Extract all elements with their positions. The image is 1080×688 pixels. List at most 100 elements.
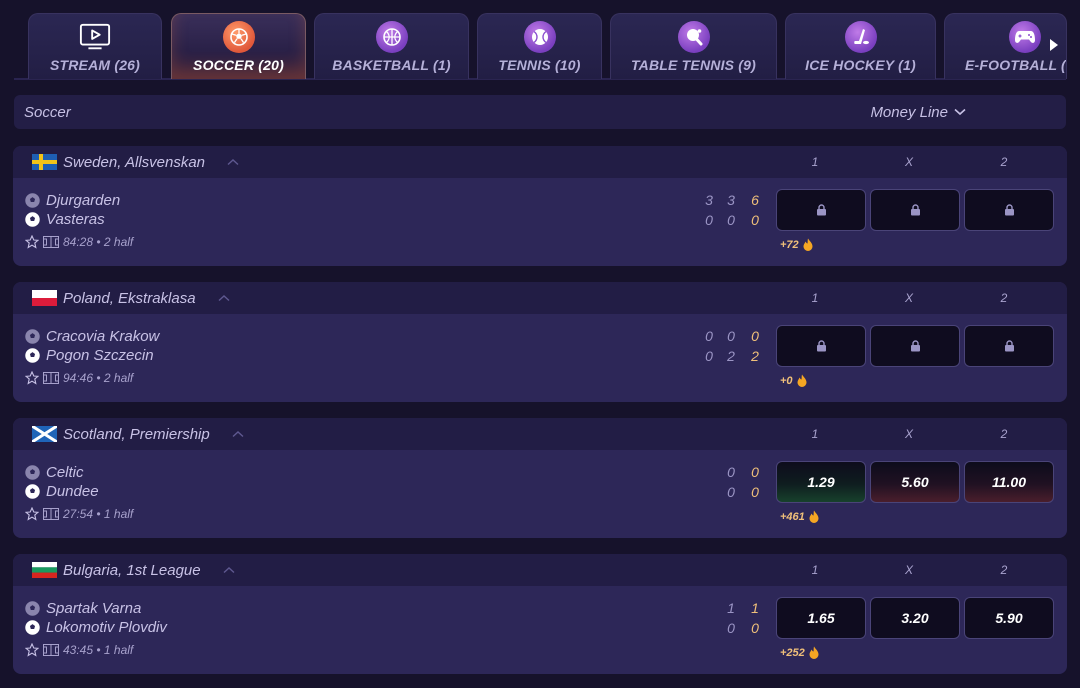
star-icon[interactable] <box>25 507 39 521</box>
tab-label: ICE HOCKEY (1) <box>805 57 916 73</box>
match-time: 43:45 • 1 half <box>63 643 134 657</box>
home-team: Celtic <box>24 464 84 481</box>
bets-count[interactable]: +252 <box>780 646 819 659</box>
away-score-total: 2 <box>751 348 759 364</box>
bets-count[interactable]: +72 <box>780 238 813 251</box>
section-header: Soccer Money Line <box>14 95 1066 129</box>
away-team: Vasteras <box>24 211 105 228</box>
bets-value: +252 <box>780 646 805 659</box>
odds-header-x: X <box>904 155 913 169</box>
star-icon[interactable] <box>25 371 39 385</box>
match-row[interactable]: Cracovia Krakow Pogon Szczecin 0 0 0 0 2… <box>13 314 1067 402</box>
match-time: 84:28 • 2 half <box>63 235 134 249</box>
soccer-ball-icon <box>25 348 40 363</box>
odds-header-x: X <box>904 291 913 305</box>
collapse-button[interactable] <box>223 566 235 574</box>
odds-header-1: 1 <box>811 155 819 169</box>
away-score-total: 0 <box>751 484 759 500</box>
odd-button-x[interactable] <box>870 189 960 231</box>
match-meta: 84:28 • 2 half <box>25 235 133 249</box>
bets-count[interactable]: +461 <box>780 510 819 523</box>
soccer-ball-icon <box>25 601 40 616</box>
collapse-button[interactable] <box>232 430 244 438</box>
bets-value: +72 <box>780 238 799 251</box>
tab-label: TABLE TENNIS (9) <box>630 57 757 73</box>
away-score-1h: 0 <box>727 484 735 500</box>
home-score-1h: 0 <box>705 328 713 344</box>
field-icon <box>43 644 59 656</box>
league-name: Sweden, Allsvenskan <box>63 153 206 171</box>
home-score-total: 1 <box>751 600 759 616</box>
away-score-1h: 0 <box>705 348 713 364</box>
star-icon[interactable] <box>25 235 39 249</box>
star-icon[interactable] <box>25 643 39 657</box>
bets-value: +461 <box>780 510 805 523</box>
field-icon <box>43 372 59 384</box>
tab-table-tennis[interactable]: TABLE TENNIS (9) <box>610 13 777 79</box>
soccer-ball-icon <box>25 212 40 227</box>
home-score-1h: 3 <box>705 192 713 208</box>
soccer-ball-icon <box>25 329 40 344</box>
tab-tennis[interactable]: TENNIS (10) <box>477 13 602 79</box>
collapse-button[interactable] <box>227 158 239 166</box>
team-name: Vasteras <box>46 211 105 228</box>
field-icon <box>43 236 59 248</box>
odd-button-2[interactable] <box>964 189 1054 231</box>
odd-button-x[interactable] <box>870 325 960 367</box>
fire-icon <box>797 374 807 387</box>
stream-icon <box>79 21 111 53</box>
league-header[interactable]: Sweden, Allsvenskan 1 X 2 <box>13 146 1067 178</box>
odds-header-2: 2 <box>1000 563 1008 577</box>
match-row[interactable]: Spartak Varna Lokomotiv Plovdiv 1 1 0 0 … <box>13 586 1067 674</box>
odd-button-2[interactable]: 11.00 <box>964 461 1054 503</box>
odd-button-2[interactable]: 5.90 <box>964 597 1054 639</box>
odds-header-x: X <box>904 427 913 441</box>
home-score-total: 0 <box>751 464 759 480</box>
bets-count[interactable]: +0 <box>780 374 807 387</box>
odd-button-1[interactable] <box>776 325 866 367</box>
league-header[interactable]: Poland, Ekstraklasa 1 X 2 <box>13 282 1067 314</box>
market-label: Money Line <box>870 103 948 121</box>
lock-icon <box>1004 204 1014 216</box>
match-meta: 43:45 • 1 half <box>25 643 133 657</box>
tab-stream[interactable]: STREAM (26) <box>28 13 162 79</box>
league-header[interactable]: Bulgaria, 1st League 1 X 2 <box>13 554 1067 586</box>
odds-header-1: 1 <box>811 563 819 577</box>
odd-button-x[interactable]: 5.60 <box>870 461 960 503</box>
fire-icon <box>809 510 819 523</box>
tab-label: SOCCER (20) <box>193 57 284 73</box>
odds-header-1: 1 <box>811 291 819 305</box>
match-row[interactable]: Djurgarden Vasteras 3 3 6 0 0 0 84:28 • … <box>13 178 1067 266</box>
bulgaria-flag-icon <box>32 562 57 578</box>
poland-flag-icon <box>32 290 57 306</box>
section-title: Soccer <box>24 103 71 121</box>
chevron-up-icon <box>227 159 239 166</box>
team-name: Dundee <box>46 483 99 500</box>
odd-button-1[interactable]: 1.29 <box>776 461 866 503</box>
league-header[interactable]: Scotland, Premiership 1 X 2 <box>13 418 1067 450</box>
team-name: Celtic <box>46 464 84 481</box>
league-card: Poland, Ekstraklasa 1 X 2 Cracovia Krako… <box>13 282 1067 402</box>
odds-header-2: 2 <box>1000 291 1008 305</box>
sweden-flag-icon <box>32 154 57 170</box>
field-icon <box>43 508 59 520</box>
match-row[interactable]: Celtic Dundee 0 0 0 0 27:54 • 1 half 1.2… <box>13 450 1067 538</box>
chevron-down-icon <box>954 108 966 116</box>
match-meta: 94:46 • 2 half <box>25 371 133 385</box>
team-name: Lokomotiv Plovdiv <box>46 619 167 636</box>
soccer-ball-icon <box>25 465 40 480</box>
odd-button-1[interactable] <box>776 189 866 231</box>
odds-header-1: 1 <box>811 427 819 441</box>
market-dropdown[interactable]: Money Line <box>870 104 966 121</box>
odd-button-2[interactable] <box>964 325 1054 367</box>
tab-soccer[interactable]: SOCCER (20) <box>171 13 306 79</box>
league-name: Bulgaria, 1st League <box>63 561 201 579</box>
odds-header-x: X <box>904 563 913 577</box>
collapse-button[interactable] <box>218 294 230 302</box>
tabs-scroll-right-button[interactable] <box>1047 36 1061 54</box>
odd-button-1[interactable]: 1.65 <box>776 597 866 639</box>
tab-basketball[interactable]: BASKETBALL (1) <box>314 13 469 79</box>
fire-icon <box>809 646 819 659</box>
tab-ice-hockey[interactable]: ICE HOCKEY (1) <box>785 13 936 79</box>
odd-button-x[interactable]: 3.20 <box>870 597 960 639</box>
